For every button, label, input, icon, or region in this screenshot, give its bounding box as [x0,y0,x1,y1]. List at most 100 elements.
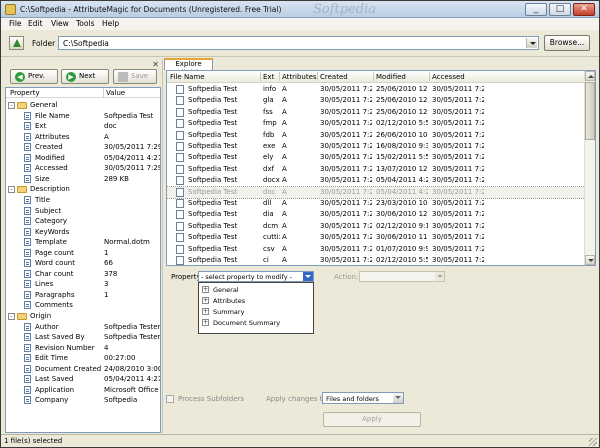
panel-splitter[interactable] [162,59,165,433]
tree-property-row[interactable]: Company Softpedia [6,395,160,406]
tab-explore-files[interactable]: Explore File(s) [164,58,213,77]
tree-property-row[interactable]: Modified 05/04/2011 4:27: [6,153,160,164]
tree-property-row[interactable]: Revision Number 4 [6,343,160,354]
up-folder-button[interactable] [9,36,24,50]
apply-button[interactable]: Apply [323,412,421,427]
file-list[interactable]: File Name Ext Attributes Created Modifie… [166,70,596,266]
browse-button[interactable]: Browse... [544,35,590,51]
menu-tools[interactable]: Tools [76,19,94,28]
file-row[interactable]: Softpedia Test ci A 30/05/2011 7:2... 02/12/… [167,255,585,265]
col-header-ext[interactable]: Ext [263,73,274,81]
file-row[interactable]: Softpedia Test fss A 30/05/2011 7:2... 25/06… [167,107,585,118]
chevron-down-icon[interactable] [435,272,444,281]
tree-property-row[interactable]: Last Saved 05/04/2011 4:27: [6,374,160,385]
folder-path-combo[interactable]: C:\Softpedia [58,36,539,50]
tree-property-row[interactable]: File Name Softpedia Test [6,111,160,122]
dropdown-item-document-summary[interactable]: + Document Summary [199,318,313,328]
tree-property-row[interactable]: Word count 66 [6,258,160,269]
tree-property-row[interactable]: Last Saved By Softpedia Tester [6,332,160,343]
tree-property-row[interactable]: Template Normal.dotm [6,237,160,248]
file-row[interactable]: Softpedia Test exe A 30/05/2011 7:2... 16/08… [167,141,585,152]
col-header-created[interactable]: Created [320,73,348,81]
file-row[interactable]: Softpedia Test docxA 30/05/2011 7:2... 05/0… [167,175,585,186]
property-tree[interactable]: Property Value - General File Name Softpedi… [5,87,161,433]
tree-property-row[interactable]: Page count 1 [6,248,160,259]
minimize-button[interactable]: _ [525,3,547,16]
scroll-thumb[interactable] [585,82,595,140]
tree-property-row[interactable]: Comments [6,300,160,311]
col-header-file-name[interactable]: File Name [170,73,205,81]
collapse-minus-icon[interactable]: - [8,102,15,109]
process-subfolders-checkbox[interactable] [166,395,174,403]
tree-property-row[interactable]: Category [6,216,160,227]
tree-property-row[interactable]: Lines 3 [6,279,160,290]
dropdown-item-attributes[interactable]: + Attributes [199,296,313,306]
file-list-scrollbar[interactable] [584,71,595,265]
tree-property-row[interactable]: Subject [6,206,160,217]
prev-button[interactable]: ◀ Prev. [10,69,58,84]
tree-property-row[interactable]: Title [6,195,160,206]
property-dropdown-list[interactable]: + General + Attributes + Summary + Docum… [198,282,314,334]
tree-property-row[interactable]: Attributes A [6,132,160,143]
expand-plus-icon[interactable]: + [202,319,209,326]
col-header-attributes[interactable]: Attributes [282,73,317,81]
action-select[interactable] [359,271,445,282]
scroll-up-icon[interactable] [585,71,595,81]
file-row[interactable]: Softpedia Test dxf A 30/05/2011 7:2... 13/07… [167,164,585,175]
file-row[interactable]: Softpedia Test dll A 30/05/2011 7:2... 23/03… [167,198,585,209]
menu-view[interactable]: View [51,19,69,28]
collapse-minus-icon[interactable]: - [8,313,15,320]
file-row[interactable]: Softpedia Test ely A 30/05/2011 7:2... 15/02… [167,152,585,163]
col-header-modified[interactable]: Modified [376,73,406,81]
tree-property-row[interactable]: Size 289 KB [6,174,160,185]
resize-grip-icon[interactable] [589,438,597,446]
tree-property-row[interactable]: Char count 378 [6,269,160,280]
collapse-minus-icon[interactable]: - [8,186,15,194]
file-row[interactable]: Softpedia Test info A 30/05/2011 7:2... 25/0… [167,84,585,95]
file-row[interactable]: Softpedia Test dcmA 30/05/2011 7:2... 02/12… [167,221,585,232]
tree-property-row[interactable]: Edit Time 00:27:00 [6,353,160,364]
tree-group[interactable]: - Origin [6,311,160,322]
tree-property-row[interactable]: Paragraphs 1 [6,290,160,301]
scroll-down-icon[interactable] [585,255,595,265]
close-button[interactable]: ✕ [573,3,595,16]
col-header-property[interactable]: Property [10,89,40,97]
file-row[interactable]: Softpedia Test doc A 30/05/2011 7:2... 05/04… [167,185,586,200]
expand-plus-icon[interactable]: + [202,297,209,304]
col-header-accessed[interactable]: Accessed [432,73,465,81]
expand-plus-icon[interactable]: + [202,286,209,293]
tree-property-row[interactable]: Document Created 24/08/2010 3:00: [6,364,160,375]
menu-file[interactable]: File [9,19,22,28]
tree-group[interactable]: - General [6,100,160,111]
tree-property-row[interactable]: Ext doc [6,121,160,132]
dropdown-item-summary[interactable]: + Summary [199,307,313,317]
file-row[interactable]: Softpedia Test cuttixA 30/05/2011 7:2... 30… [167,232,585,243]
panel-close-icon[interactable]: ✕ [152,60,159,69]
expand-plus-icon[interactable]: + [202,308,209,315]
property-select[interactable]: - select property to modify - [198,271,314,282]
file-row[interactable]: Softpedia Test dia A 30/05/2011 7:2... 30/06… [167,209,585,220]
tree-property-row[interactable]: Accessed 30/05/2011 7:29: [6,163,160,174]
file-row[interactable]: Softpedia Test fdb A 30/05/2011 7:2... 26/06… [167,130,585,141]
tree-property-row[interactable]: Author Softpedia Tester [6,322,160,333]
next-button[interactable]: ▶ Next [61,69,109,84]
tree-group[interactable]: - Description [6,184,160,195]
chevron-down-icon[interactable] [526,38,537,48]
title-bar[interactable]: C:\Softpedia - AttributeMagic for Docume… [1,1,599,18]
col-header-value[interactable]: Value [106,89,125,97]
menu-edit[interactable]: Edit [28,19,43,28]
tree-property-row[interactable]: Created 30/05/2011 7:29: [6,142,160,153]
apply-target-select[interactable]: Files and folders [322,392,404,404]
save-button[interactable]: Save [113,69,157,84]
maximize-button[interactable]: □ [549,3,571,16]
tree-property-row[interactable]: KeyWords [6,227,160,238]
property-name: KeyWords [35,227,70,236]
menu-help[interactable]: Help [102,19,119,28]
file-row[interactable]: Softpedia Test gla A 30/05/2011 7:2... 25/06… [167,95,585,106]
dropdown-item-general[interactable]: + General [199,285,313,295]
chevron-down-icon[interactable] [303,272,313,281]
file-row[interactable]: Softpedia Test fmp A 30/05/2011 7:2... 02/12… [167,118,585,129]
tree-property-row[interactable]: Application Microsoft Office W [6,385,160,396]
file-row[interactable]: Softpedia Test csv A 30/05/2011 7:2... 01/07… [167,244,585,255]
chevron-down-icon[interactable] [393,393,403,403]
